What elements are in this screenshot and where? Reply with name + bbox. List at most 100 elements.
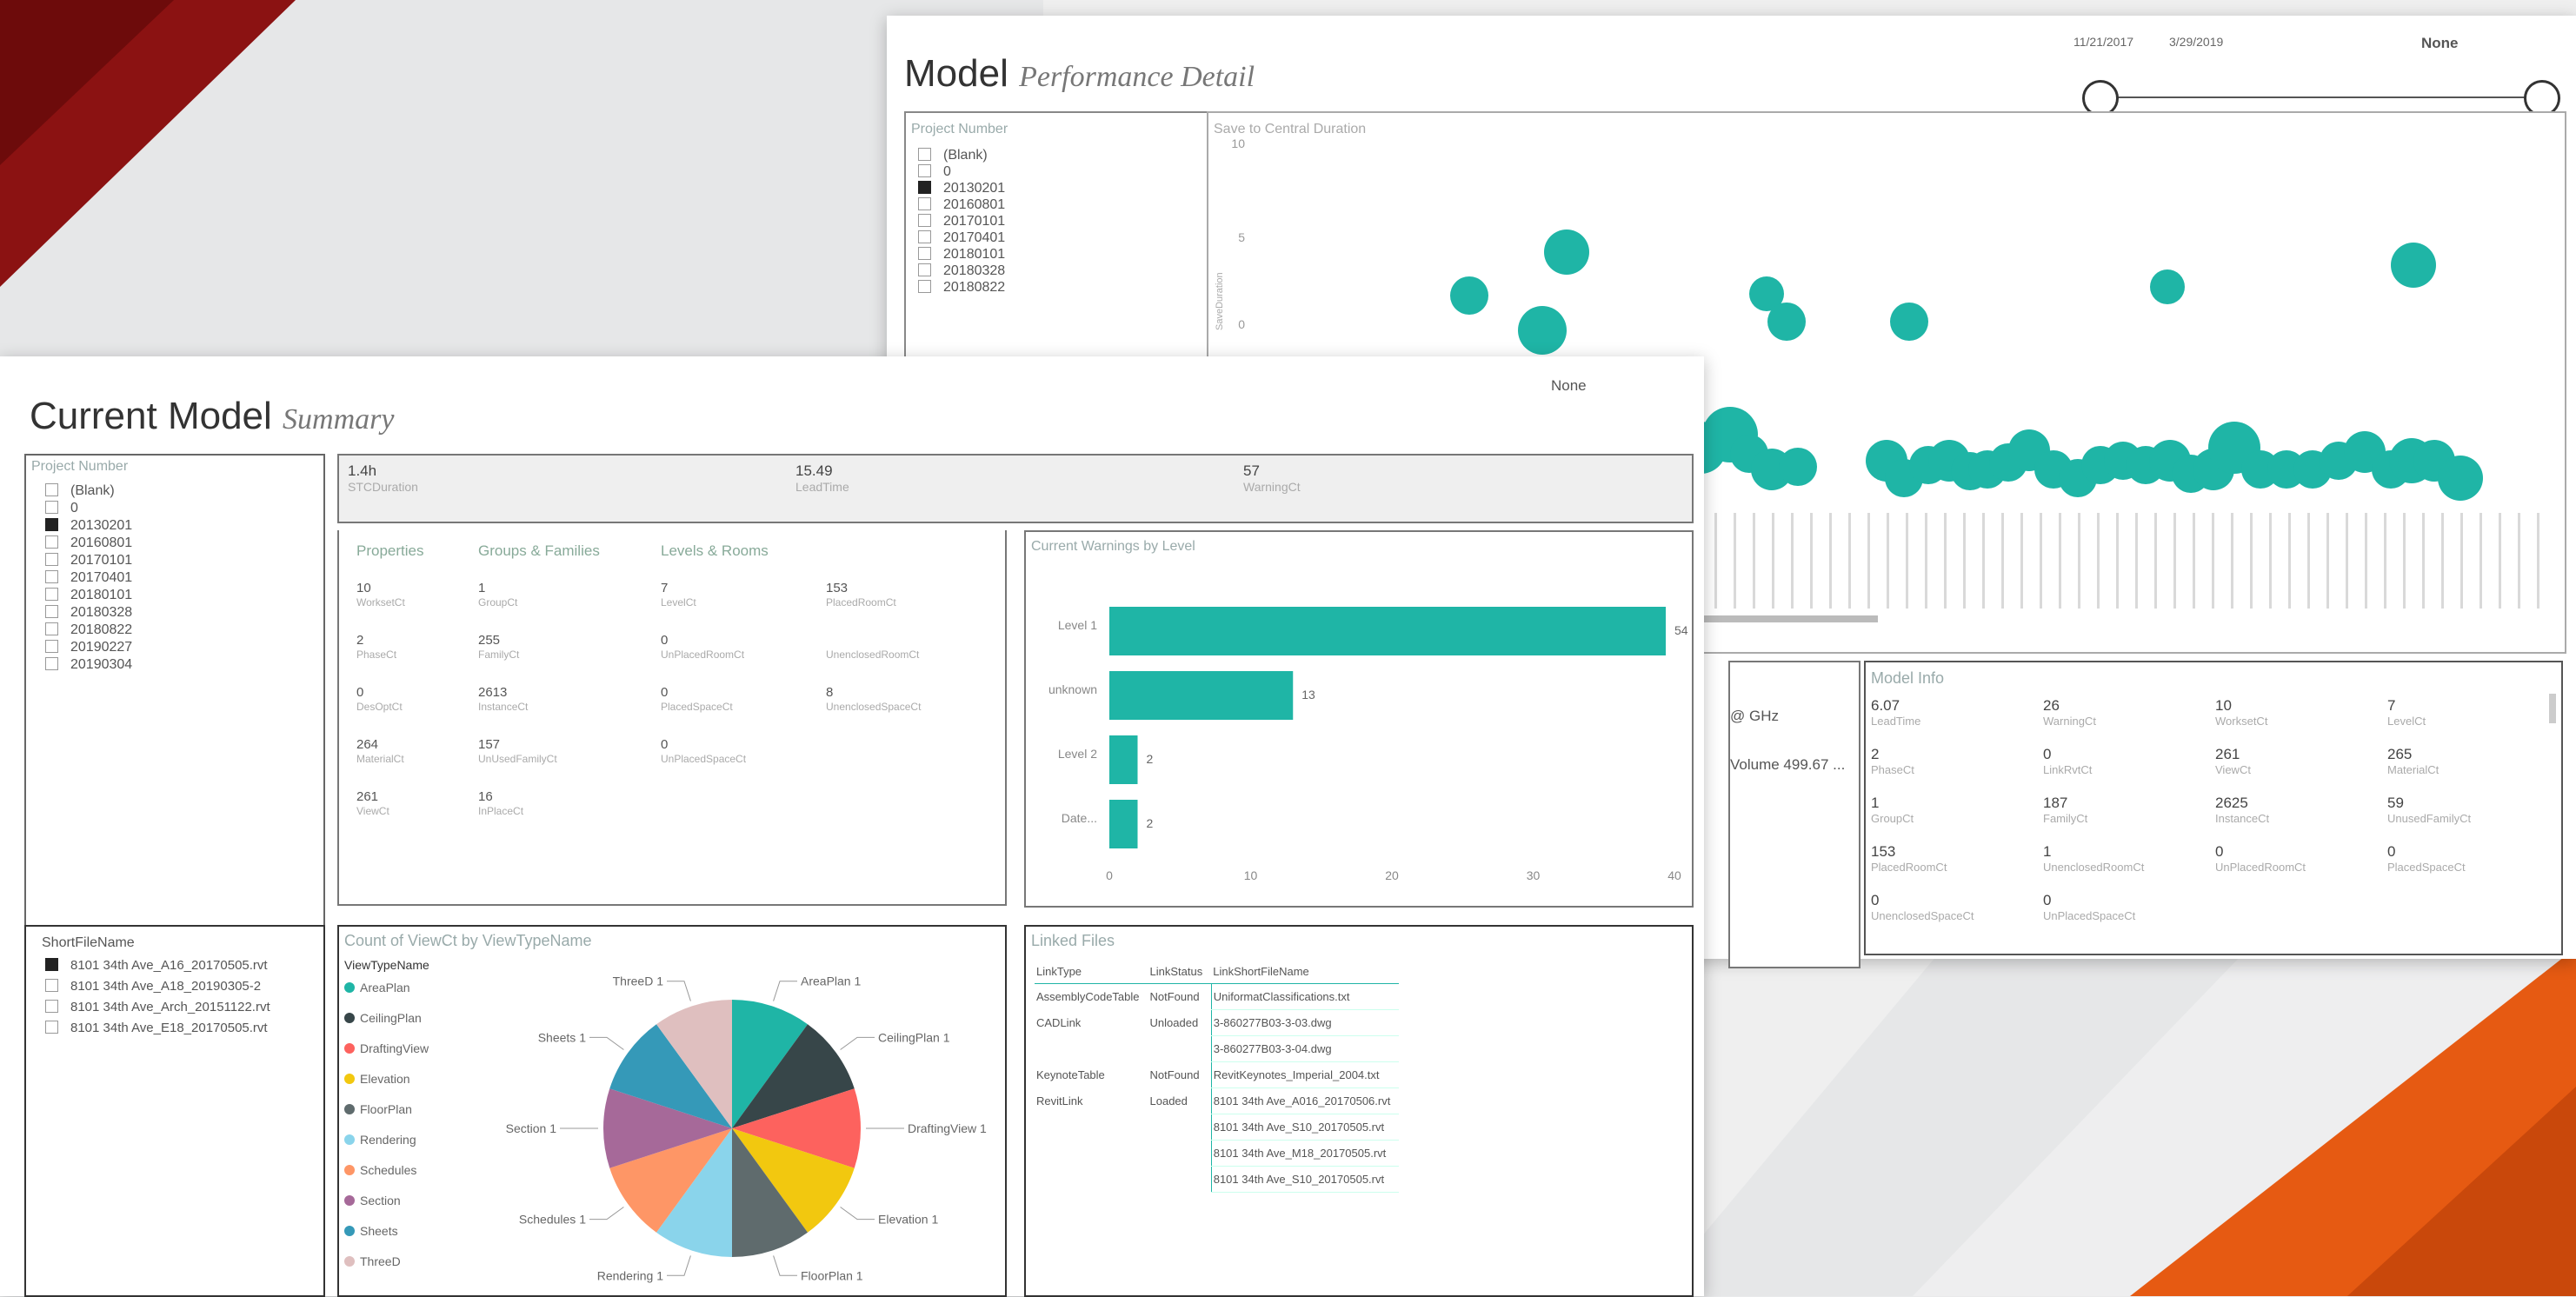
- slicer-item[interactable]: 8101 34th Ave_A18_20190305-2: [45, 979, 270, 1000]
- model-info-scrollbar[interactable]: [2549, 694, 2556, 723]
- checkbox[interactable]: [918, 197, 931, 210]
- checkbox[interactable]: [918, 280, 931, 293]
- checkbox[interactable]: [45, 588, 58, 601]
- model-info-cell: 0 PlacedSpaceCt: [2387, 843, 2553, 874]
- checkbox[interactable]: [45, 535, 58, 549]
- slicer-item-label: 20190304: [70, 657, 133, 672]
- pie-callout-line: [666, 1255, 691, 1276]
- model-info-value: 0: [2043, 892, 2052, 908]
- scatter-point[interactable]: [2150, 269, 2185, 304]
- checkbox[interactable]: [918, 230, 931, 243]
- checkbox[interactable]: [45, 570, 58, 583]
- slicer-item[interactable]: 20180101: [45, 588, 132, 605]
- warning-bar[interactable]: [1109, 671, 1294, 720]
- slicer-item[interactable]: 20160801: [45, 535, 132, 553]
- warnings-by-level-chart: Current Warnings by Level Level 1 54 unkno…: [1024, 530, 1694, 908]
- date-end-input[interactable]: 3/29/2019: [2169, 35, 2223, 49]
- model-info-value: 7: [2387, 697, 2396, 714]
- stats-value: 1: [478, 581, 486, 595]
- x-axis-label-placeholder: [1810, 513, 1813, 609]
- checkbox[interactable]: [45, 518, 58, 531]
- slicer-item-label: 20170101: [943, 214, 1006, 229]
- table-row[interactable]: 8101 34th Ave_M18_20170505.rvt: [1035, 1140, 1400, 1167]
- model-info-label: UnenclosedSpaceCt: [1871, 909, 1974, 922]
- scatter-point[interactable]: [1544, 229, 1589, 275]
- slicer-item[interactable]: 20180328: [45, 605, 132, 622]
- checkbox[interactable]: [918, 247, 931, 260]
- checkbox[interactable]: [45, 657, 58, 670]
- checkbox[interactable]: [45, 640, 58, 653]
- slicer-item[interactable]: 20130201: [45, 518, 132, 535]
- warning-bar[interactable]: [1109, 607, 1666, 655]
- slicer-item[interactable]: (Blank): [918, 148, 1005, 164]
- table-row[interactable]: 8101 34th Ave_S10_20170505.rvt: [1035, 1114, 1400, 1141]
- scatter-point[interactable]: [1450, 276, 1488, 315]
- slicer-item[interactable]: 20170101: [45, 553, 132, 570]
- date-start-input[interactable]: 11/21/2017: [2073, 35, 2133, 49]
- slicer-item[interactable]: 20130201: [918, 181, 1005, 197]
- slicer-item[interactable]: 20180822: [45, 622, 132, 640]
- slicer-item[interactable]: 8101 34th Ave_E18_20170505.rvt: [45, 1021, 270, 1041]
- checkbox[interactable]: [918, 214, 931, 227]
- kpi-value: 57: [1243, 462, 1260, 479]
- x-axis-label-placeholder: [2499, 513, 2501, 609]
- table-row[interactable]: 3-860277B03-3-04.dwg: [1035, 1035, 1400, 1062]
- scatter-point[interactable]: [2391, 243, 2436, 288]
- checkbox[interactable]: [918, 148, 931, 161]
- pie-callout-label: DraftingView 1: [908, 1121, 987, 1135]
- table-row[interactable]: RevitLink Loaded 8101 34th Ave_A016_201705…: [1035, 1087, 1400, 1114]
- checkbox[interactable]: [45, 622, 58, 635]
- back-none-label: None: [2421, 35, 2459, 51]
- slicer-item[interactable]: 8101 34th Ave_Arch_20151122.rvt: [45, 1000, 270, 1021]
- scatter-point[interactable]: [1518, 306, 1567, 355]
- slicer-item[interactable]: 20170401: [45, 570, 132, 588]
- checkbox[interactable]: [45, 958, 58, 971]
- checkbox[interactable]: [918, 164, 931, 177]
- table-cell: [1148, 1141, 1212, 1167]
- column-header[interactable]: LinkShortFileName: [1211, 960, 1400, 984]
- checkbox[interactable]: [45, 1000, 58, 1013]
- scatter-point[interactable]: [1779, 448, 1817, 486]
- slicer-item[interactable]: 20190227: [45, 640, 132, 657]
- checkbox[interactable]: [45, 501, 58, 514]
- slicer-item[interactable]: 0: [45, 501, 132, 518]
- stats-cell: UnenclosedRoomCt: [826, 633, 991, 661]
- checkbox[interactable]: [45, 483, 58, 496]
- stats-label: FamilyCt: [478, 648, 520, 661]
- checkbox[interactable]: [45, 553, 58, 566]
- slicer-item[interactable]: 20180328: [918, 263, 1005, 280]
- checkbox[interactable]: [918, 263, 931, 276]
- warning-bar[interactable]: [1109, 735, 1138, 784]
- scatter-point[interactable]: [1767, 303, 1806, 341]
- slicer-item[interactable]: (Blank): [45, 483, 132, 501]
- slicer-item[interactable]: 0: [918, 164, 1005, 181]
- checkbox[interactable]: [45, 979, 58, 992]
- warning-bar[interactable]: [1109, 800, 1138, 848]
- column-header[interactable]: LinkStatus: [1148, 960, 1212, 984]
- table-row[interactable]: KeynoteTable NotFound RevitKeynotes_Imperi…: [1035, 1061, 1400, 1088]
- table-row[interactable]: AssemblyCodeTable NotFound UniformatClassi…: [1035, 983, 1400, 1010]
- scatter-point[interactable]: [2438, 456, 2483, 501]
- slicer-item[interactable]: 20180101: [918, 247, 1005, 263]
- slicer-item[interactable]: 20180822: [918, 280, 1005, 296]
- slicer-item[interactable]: 20190304: [45, 657, 132, 675]
- stats-cell: 0 PlacedSpaceCt: [661, 685, 826, 713]
- table-cell: UniformatClassifications.txt: [1210, 983, 1400, 1010]
- table-row[interactable]: CADLink Unloaded 3-860277B03-3-03.dwg: [1035, 1009, 1400, 1036]
- date-range-slider[interactable]: [2082, 80, 2560, 116]
- checkbox[interactable]: [918, 181, 931, 194]
- scatter-scrollbar[interactable]: [1678, 615, 1878, 622]
- model-info-value: 265: [2387, 746, 2413, 762]
- slicer-item[interactable]: 20170401: [918, 230, 1005, 247]
- column-header[interactable]: LinkType: [1035, 960, 1148, 984]
- table-row[interactable]: 8101 34th Ave_S10_20170505.rvt: [1035, 1166, 1400, 1193]
- scatter-point[interactable]: [1890, 303, 1928, 341]
- pie-callout-line: [666, 981, 691, 1001]
- slicer-item[interactable]: 20160801: [918, 197, 1005, 214]
- x-axis-label-placeholder: [2250, 513, 2253, 609]
- slicer-item[interactable]: 8101 34th Ave_A16_20170505.rvt: [45, 958, 270, 979]
- checkbox[interactable]: [45, 605, 58, 618]
- slicer-item[interactable]: 20170101: [918, 214, 1005, 230]
- checkbox[interactable]: [45, 1021, 58, 1034]
- x-axis-label-placeholder: [1963, 513, 1966, 609]
